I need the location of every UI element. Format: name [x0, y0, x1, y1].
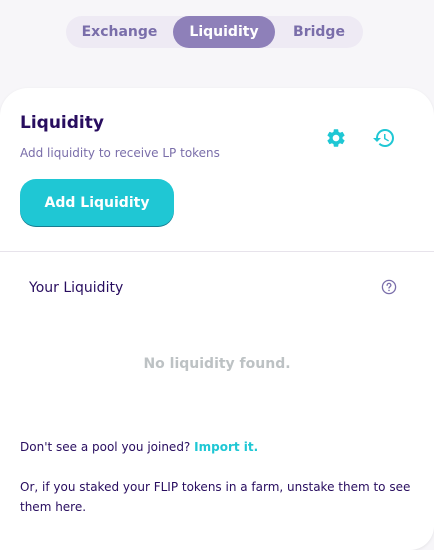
gear-icon[interactable]: [323, 125, 349, 151]
tab-exchange[interactable]: Exchange: [66, 16, 173, 48]
tab-bridge[interactable]: Bridge: [275, 16, 363, 48]
farm-note: Or, if you staked your FLIP tokens in a …: [20, 480, 411, 514]
empty-state-message: No liquidity found.: [143, 356, 291, 372]
pool-prompt-text: Don't see a pool you joined?: [20, 440, 191, 454]
import-link[interactable]: Import it.: [194, 440, 258, 454]
divider: [0, 251, 434, 252]
liquidity-card: Liquidity Add liquidity to receive LP to…: [0, 88, 434, 550]
tab-liquidity[interactable]: Liquidity: [173, 16, 275, 48]
card-title: Liquidity: [20, 113, 104, 133]
tab-switcher: Exchange Liquidity Bridge: [66, 16, 363, 48]
pool-prompt: Don't see a pool you joined? Import it.: [20, 440, 258, 454]
your-liquidity-heading: Your Liquidity: [29, 280, 124, 296]
add-liquidity-button[interactable]: Add Liquidity: [20, 179, 174, 227]
question-circle-icon[interactable]: [381, 279, 397, 295]
card-subtitle: Add liquidity to receive LP tokens: [20, 146, 220, 160]
history-icon[interactable]: [371, 125, 397, 151]
